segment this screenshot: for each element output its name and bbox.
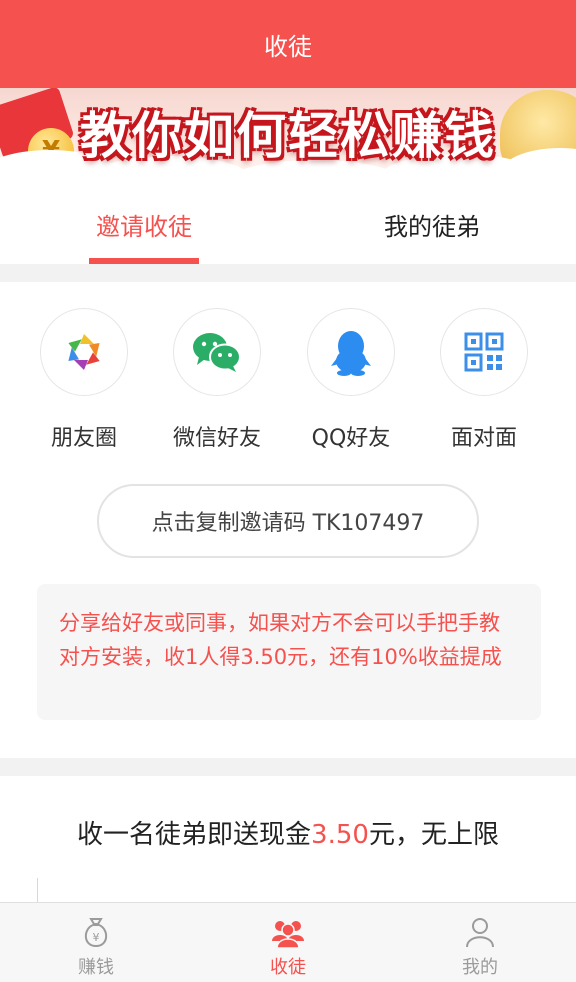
nav-apprentice-label: 收徒 — [270, 957, 306, 978]
share-qq-button[interactable] — [307, 308, 395, 396]
share-qq-label: QQ好友 — [311, 426, 391, 451]
moments-icon — [68, 334, 100, 370]
reward-text: 收一名徒弟即送现金3.50元，无上限 — [0, 814, 576, 851]
nav-apprentice[interactable]: 收徒 — [192, 903, 384, 982]
user-icon — [466, 918, 494, 948]
tab-bar: 邀请收徒 我的徒弟 — [0, 184, 576, 264]
share-instructions: 分享给好友或同事，如果对方不会可以手把手教对方安装，收1人得3.50元，还有10… — [37, 584, 541, 720]
qq-icon — [331, 331, 371, 376]
share-moments-button[interactable] — [40, 308, 128, 396]
tab-my-apprentices[interactable]: 我的徒弟 — [288, 184, 576, 264]
wechat-icon — [193, 333, 241, 372]
qr-code-icon — [464, 332, 504, 372]
active-tab-indicator — [89, 258, 199, 264]
reward-prefix: 收一名徒弟即送现金 — [77, 820, 312, 850]
share-face-to-face[interactable]: 面对面 — [439, 308, 529, 452]
promo-banner[interactable]: ¥ 教你如何轻松赚钱 — [0, 88, 576, 184]
people-icon — [272, 921, 304, 949]
money-bag-icon: ¥ — [84, 918, 108, 948]
bottom-nav: ¥ 赚钱 收徒 我的 — [0, 902, 576, 982]
share-qq[interactable]: QQ好友 — [306, 308, 396, 452]
svg-text:¥: ¥ — [93, 931, 100, 944]
top-bar: 收徒 — [0, 0, 576, 88]
share-face-to-face-button[interactable] — [440, 308, 528, 396]
nav-profile-label: 我的 — [462, 957, 498, 978]
reward-amount: 3.50 — [311, 820, 369, 850]
share-wechat-label: 微信好友 — [172, 426, 261, 451]
nav-earn-label: 赚钱 — [78, 957, 114, 978]
nav-earn[interactable]: ¥ 赚钱 — [0, 903, 192, 982]
page-title: 收徒 — [264, 32, 312, 61]
share-wechat[interactable]: 微信好友 — [172, 308, 262, 452]
share-face-to-face-label: 面对面 — [450, 426, 517, 451]
share-moments-label: 朋友圈 — [50, 426, 117, 451]
share-moments[interactable]: 朋友圈 — [39, 308, 129, 452]
nav-profile[interactable]: 我的 — [384, 903, 576, 982]
copy-invite-code-button[interactable]: 点击复制邀请码 TK107497 — [97, 484, 479, 558]
share-wechat-button[interactable] — [173, 308, 261, 396]
tab-invite[interactable]: 邀请收徒 — [0, 184, 288, 264]
share-card: 朋友圈 微信好友 QQ好友 面对面 点击复制邀请码 TK107497 分享给好友… — [0, 282, 576, 758]
banner-title: 教你如何轻松赚钱 — [80, 107, 496, 165]
reward-suffix: 元，无上限 — [368, 820, 499, 850]
reward-section: 收一名徒弟即送现金3.50元，无上限 — [0, 776, 576, 906]
